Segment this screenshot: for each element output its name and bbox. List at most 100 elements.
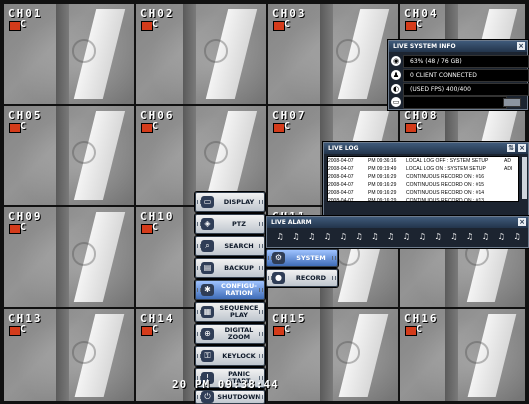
grip-right — [259, 288, 263, 292]
camera-tile-2[interactable]: CH02 C — [136, 4, 266, 104]
log-user: ADI — [504, 166, 513, 172]
menu-configu-ration-button[interactable]: ✱ CONFIGU-RATION — [195, 280, 265, 300]
alarm-bell-icon: ♫ — [371, 232, 379, 241]
search-icon: ⌕ — [201, 240, 214, 252]
menu-label: CONFIGU-RATION — [221, 282, 257, 297]
users-icon: ♟ — [391, 70, 401, 80]
record-mode-label: C — [20, 324, 27, 335]
menu-sequence-play-button[interactable]: ▦ SEQUENCE PLAY — [195, 302, 265, 322]
menu-keylock-button[interactable]: ⚿ KEYLOCK — [195, 346, 265, 366]
gear-icon: ✱ — [201, 284, 214, 296]
live-system-info-panel: LIVE SYSTEM INFO × ◉ 63% (48 / 76 GB) ♟ … — [388, 40, 529, 110]
alarm-bell-icon: ♫ — [387, 232, 395, 241]
log-list: 2008-04-07 PM 09:36:16 LOCAL LOG OFF : SYS… — [327, 156, 519, 202]
log-entry[interactable]: 2008-04-07 PM 09:16:29 CONTINUOUS RECORD O… — [328, 181, 518, 189]
close-icon[interactable]: × — [518, 218, 526, 226]
log-scrollbar[interactable] — [522, 157, 527, 199]
camera-tile-9[interactable]: CH09 C — [4, 207, 134, 307]
grip-right — [332, 276, 336, 280]
camera-tile-3[interactable]: CH03 C — [268, 4, 398, 104]
log-date: 2008-04-07 — [328, 158, 354, 164]
alarm-bell-icon: ♫ — [513, 232, 521, 241]
alarm-bell-icon: ♫ — [339, 232, 347, 241]
camera-icon: ◐ — [391, 84, 401, 94]
log-time: PM 09:16:29 — [368, 182, 397, 188]
record-mode-label: C — [20, 121, 27, 132]
pin-icon[interactable]: ⇅ — [507, 144, 515, 152]
record-mode-label: C — [152, 19, 159, 30]
zoom-icon: ⊕ — [201, 328, 214, 340]
menu-label: SEARCH — [224, 241, 254, 250]
log-date: 2008-04-07 — [328, 198, 354, 202]
grip-right — [259, 354, 263, 358]
log-entry[interactable]: 2008-04-07 PM 09:16:29 CONTINUOUS RECORD O… — [328, 189, 518, 197]
power-icon: ⏻ — [201, 391, 214, 403]
grip-right — [259, 310, 263, 314]
submenu-system-button[interactable]: ⚙ SYSTEM — [266, 249, 338, 267]
log-message: CONTINUOUS RECORD ON : #15 — [406, 182, 485, 188]
live-log-title: LIVE LOG ⇅ × — [324, 143, 528, 154]
alarm-bell-icon: ♫ — [308, 232, 316, 241]
camera-tile-16[interactable]: CH16 C — [400, 309, 525, 401]
menu-label: SHUTDOWN — [217, 392, 261, 401]
camera-tile-1[interactable]: CH01 C — [4, 4, 134, 104]
log-time: PM 09:19:49 — [368, 166, 397, 172]
used-fps: (USED FPS) 400/400 — [403, 83, 529, 96]
folder-icon: ▭ — [391, 97, 401, 107]
camera-tile-5[interactable]: CH05 C — [4, 106, 134, 205]
record-mode-label: C — [152, 324, 159, 335]
folder-row — [403, 96, 507, 109]
grip-right — [259, 222, 263, 226]
menu-digital-zoom-button[interactable]: ⊕ DIGITAL ZOOM — [195, 324, 265, 344]
live-log-panel: LIVE LOG ⇅ × 2008-04-07 PM 09:36:16 LOCAL … — [323, 142, 529, 216]
log-time: PM 09:16:29 — [368, 174, 397, 180]
menu-ptz-button[interactable]: ◈ PTZ — [195, 214, 265, 234]
backup-icon: ▤ — [201, 262, 214, 274]
record-mode-label: C — [416, 19, 423, 30]
submenu-label: RECORD — [295, 273, 327, 282]
record-mode-label: C — [284, 121, 291, 132]
live-log-title-text: LIVE LOG — [328, 145, 359, 152]
log-message: CONTINUOUS RECORD ON : #14 — [406, 190, 485, 196]
client-connected: 0 CLIENT CONNECTED — [403, 69, 529, 82]
menu-display-button[interactable]: ▭ DISPLAY — [195, 192, 265, 212]
ptz-icon: ◈ — [201, 218, 214, 230]
log-entry[interactable]: 2008-04-07 PM 09:16:29 CONTINUOUS RECORD O… — [328, 197, 518, 202]
log-entry[interactable]: 2008-04-07 PM 09:36:16 LOCAL LOG OFF : SYS… — [328, 157, 518, 165]
record-mode-label: C — [284, 19, 291, 30]
alarm-bell-icon: ♫ — [355, 232, 363, 241]
submenu-record-button[interactable]: ● RECORD — [266, 269, 338, 287]
log-time: PM 09:16:29 — [368, 190, 397, 196]
menu-backup-button[interactable]: ▤ BACKUP — [195, 258, 265, 278]
close-icon[interactable]: × — [518, 144, 526, 152]
menu-label: SEQUENCE PLAY — [219, 304, 259, 319]
camera-tile-6[interactable]: CH06 C — [136, 106, 266, 205]
live-alarm-title-text: LIVE ALARM — [271, 219, 312, 226]
live-alarm-title: LIVE ALARM × — [267, 217, 528, 228]
dvr-screen: CH01 C CH02 C CH03 C CH04 C CH05 C CH06 C CH07 C CH08 C… — [0, 0, 529, 404]
record-mode-label: C — [416, 121, 423, 132]
camera-tile-15[interactable]: CH15 C — [268, 309, 398, 401]
live-alarm-panel: LIVE ALARM × ♫ ♫ ♫ ♫ ♫ ♫ ♫ ♫ ♫ ♫ ♫ ♫ ♫ ♫ ♫ ♫ — [266, 216, 529, 248]
log-time: PM 09:16:29 — [368, 198, 397, 202]
log-date: 2008-04-07 — [328, 182, 354, 188]
record-mode-label: C — [152, 121, 159, 132]
menu-label: BACKUP — [224, 263, 254, 272]
monitor-icon: ▭ — [201, 196, 214, 208]
grip-right — [259, 332, 263, 336]
menu-label: PTZ — [232, 219, 246, 228]
close-icon[interactable]: × — [517, 42, 525, 50]
info-slider-handle[interactable] — [503, 98, 521, 107]
menu-label: KEYLOCK — [222, 351, 256, 360]
log-entry[interactable]: 2008-04-07 PM 09:16:29 CONTINUOUS RECORD O… — [328, 173, 518, 181]
system-icon: ⚙ — [272, 252, 285, 264]
record-mode-label: C — [416, 324, 423, 335]
menu-shutdown-button[interactable]: ⏻ SHUTDOWN — [195, 390, 265, 404]
menu-search-button[interactable]: ⌕ SEARCH — [195, 236, 265, 256]
alarm-bell-icon: ♫ — [418, 232, 426, 241]
camera-tile-13[interactable]: CH13 C — [4, 309, 134, 401]
log-entry[interactable]: 2008-04-07 PM 09:19:49 LOCAL LOG ON : SYST… — [328, 165, 518, 173]
alarm-bell-icon: ♫ — [497, 232, 505, 241]
menu-label: DIGITAL ZOOM — [224, 326, 254, 341]
log-message: CONTINUOUS RECORD ON : #16 — [406, 174, 485, 180]
